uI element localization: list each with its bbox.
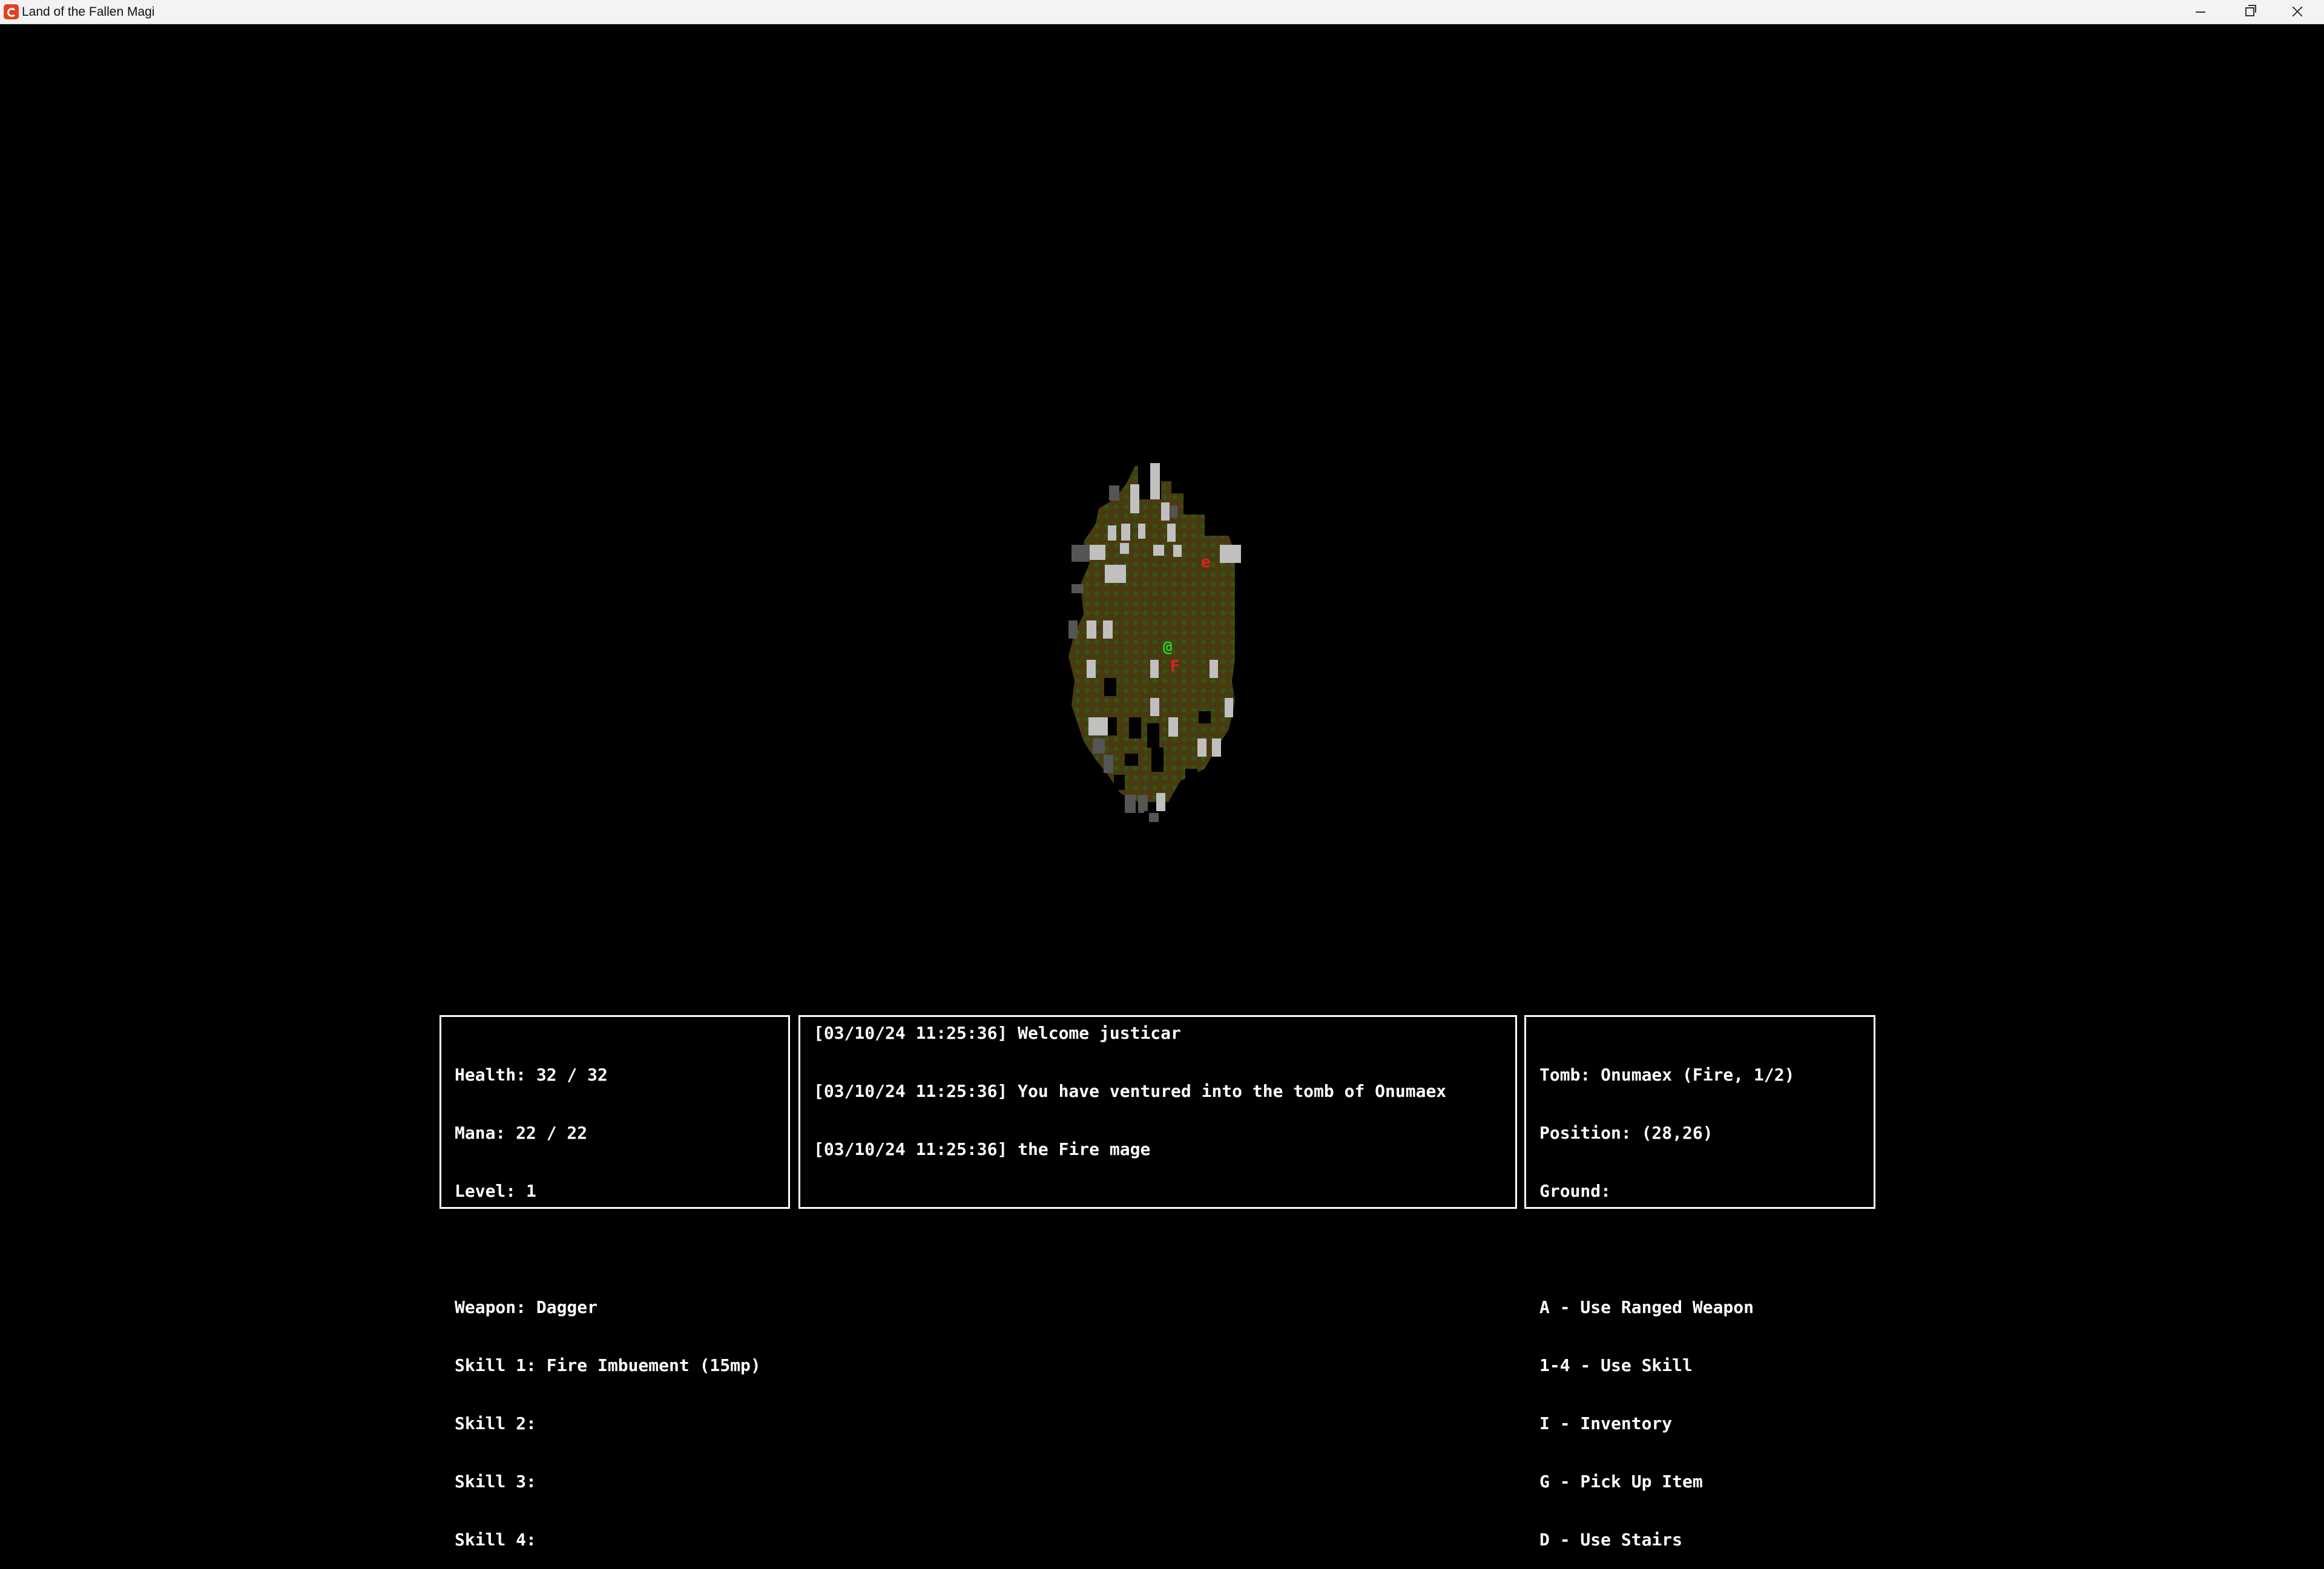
close-button[interactable] <box>2274 0 2322 24</box>
ground-text: Ground: <box>1539 1181 1611 1201</box>
title-bar: Land of the Fallen Magi <box>0 0 2324 24</box>
weapon-text: Weapon: Dagger <box>455 1297 598 1317</box>
skill-2-text: Skill 2: <box>455 1413 536 1433</box>
window-title: Land of the Fallen Magi <box>22 5 155 19</box>
stats-panel: Health: 32 / 32 Mana: 22 / 22 Level: 1 W… <box>439 1015 790 1550</box>
restore-icon <box>2245 5 2256 16</box>
mana-text: Mana: 22 / 22 <box>455 1123 588 1143</box>
level-text: Level: 1 <box>455 1181 536 1201</box>
message-log: [03/10/24 11:25:36] Welcome justicar [03… <box>814 985 1446 1198</box>
control-ranged-weapon: A - Use Ranged Weapon <box>1539 1297 1754 1317</box>
control-use-skill: 1-4 - Use Skill <box>1539 1355 1693 1375</box>
restore-button[interactable] <box>2225 0 2274 24</box>
minimize-button[interactable] <box>2177 0 2225 24</box>
close-icon <box>2292 6 2303 17</box>
position-text: Position: (28,26) <box>1539 1123 1713 1143</box>
info-panel: Tomb: Onumaex (Fire, 1/2) Position: (28,… <box>1524 1015 1875 1550</box>
control-use-stairs: D - Use Stairs <box>1539 1530 1683 1550</box>
health-text: Health: 32 / 32 <box>455 1065 608 1085</box>
monogame-icon <box>4 4 19 19</box>
message-log-panel: [03/10/24 11:25:36] Welcome justicar [03… <box>798 1015 1517 1209</box>
skill-3-text: Skill 3: <box>455 1472 536 1492</box>
player-character: @ <box>1163 638 1173 656</box>
enemy-fire-spirit: F <box>1170 657 1180 676</box>
minimize-icon <box>2196 12 2205 13</box>
log-line: [03/10/24 11:25:36] the Fire mage <box>814 1139 1151 1159</box>
log-line: [03/10/24 11:25:36] You have ventured in… <box>814 1081 1447 1101</box>
skill-4-text: Skill 4: <box>455 1530 536 1550</box>
control-inventory: I - Inventory <box>1539 1413 1673 1433</box>
tomb-text: Tomb: Onumaex (Fire, 1/2) <box>1539 1065 1795 1085</box>
skill-1-text: Skill 1: Fire Imbuement (15mp) <box>455 1355 761 1375</box>
dungeon-map: @ F e <box>1068 463 1241 822</box>
control-pick-up-item: G - Pick Up Item <box>1539 1472 1703 1492</box>
enemy-small: e <box>1201 553 1211 571</box>
log-line: [03/10/24 11:25:36] Welcome justicar <box>814 1023 1181 1043</box>
